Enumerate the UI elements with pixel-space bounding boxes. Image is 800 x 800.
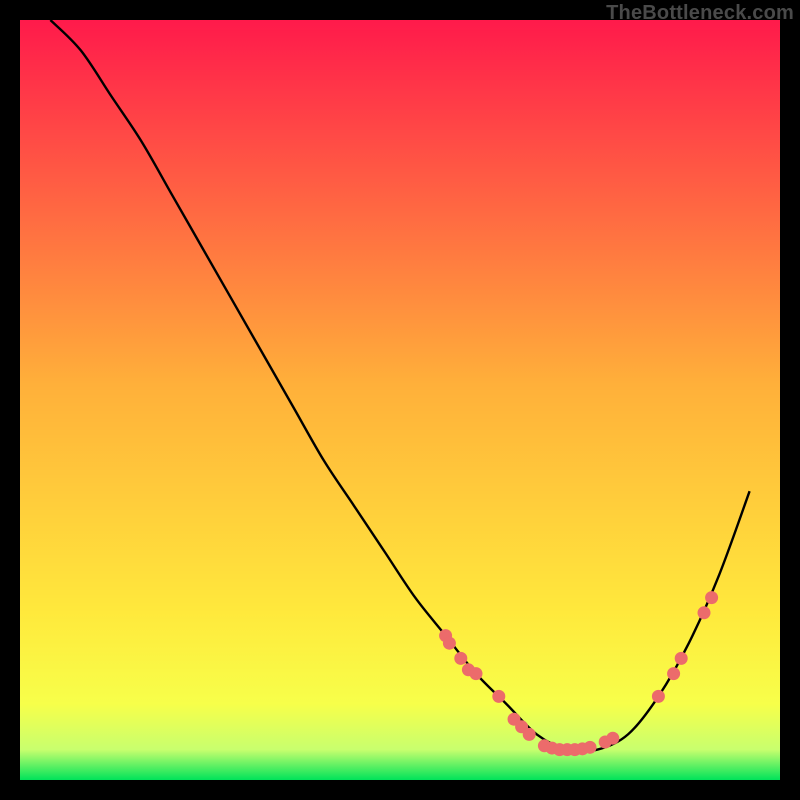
curve-marker [705, 591, 718, 604]
curve-marker [652, 690, 665, 703]
gradient-background [20, 20, 780, 780]
curve-marker [667, 667, 680, 680]
bottleneck-chart [20, 20, 780, 780]
curve-marker [606, 732, 619, 745]
curve-marker [584, 741, 597, 754]
curve-marker [470, 667, 483, 680]
curve-marker [454, 652, 467, 665]
curve-marker [523, 728, 536, 741]
watermark-text: TheBottleneck.com [606, 2, 794, 25]
curve-marker [698, 606, 711, 619]
curve-marker [443, 637, 456, 650]
curve-marker [675, 652, 688, 665]
curve-marker [492, 690, 505, 703]
chart-frame [20, 20, 780, 780]
